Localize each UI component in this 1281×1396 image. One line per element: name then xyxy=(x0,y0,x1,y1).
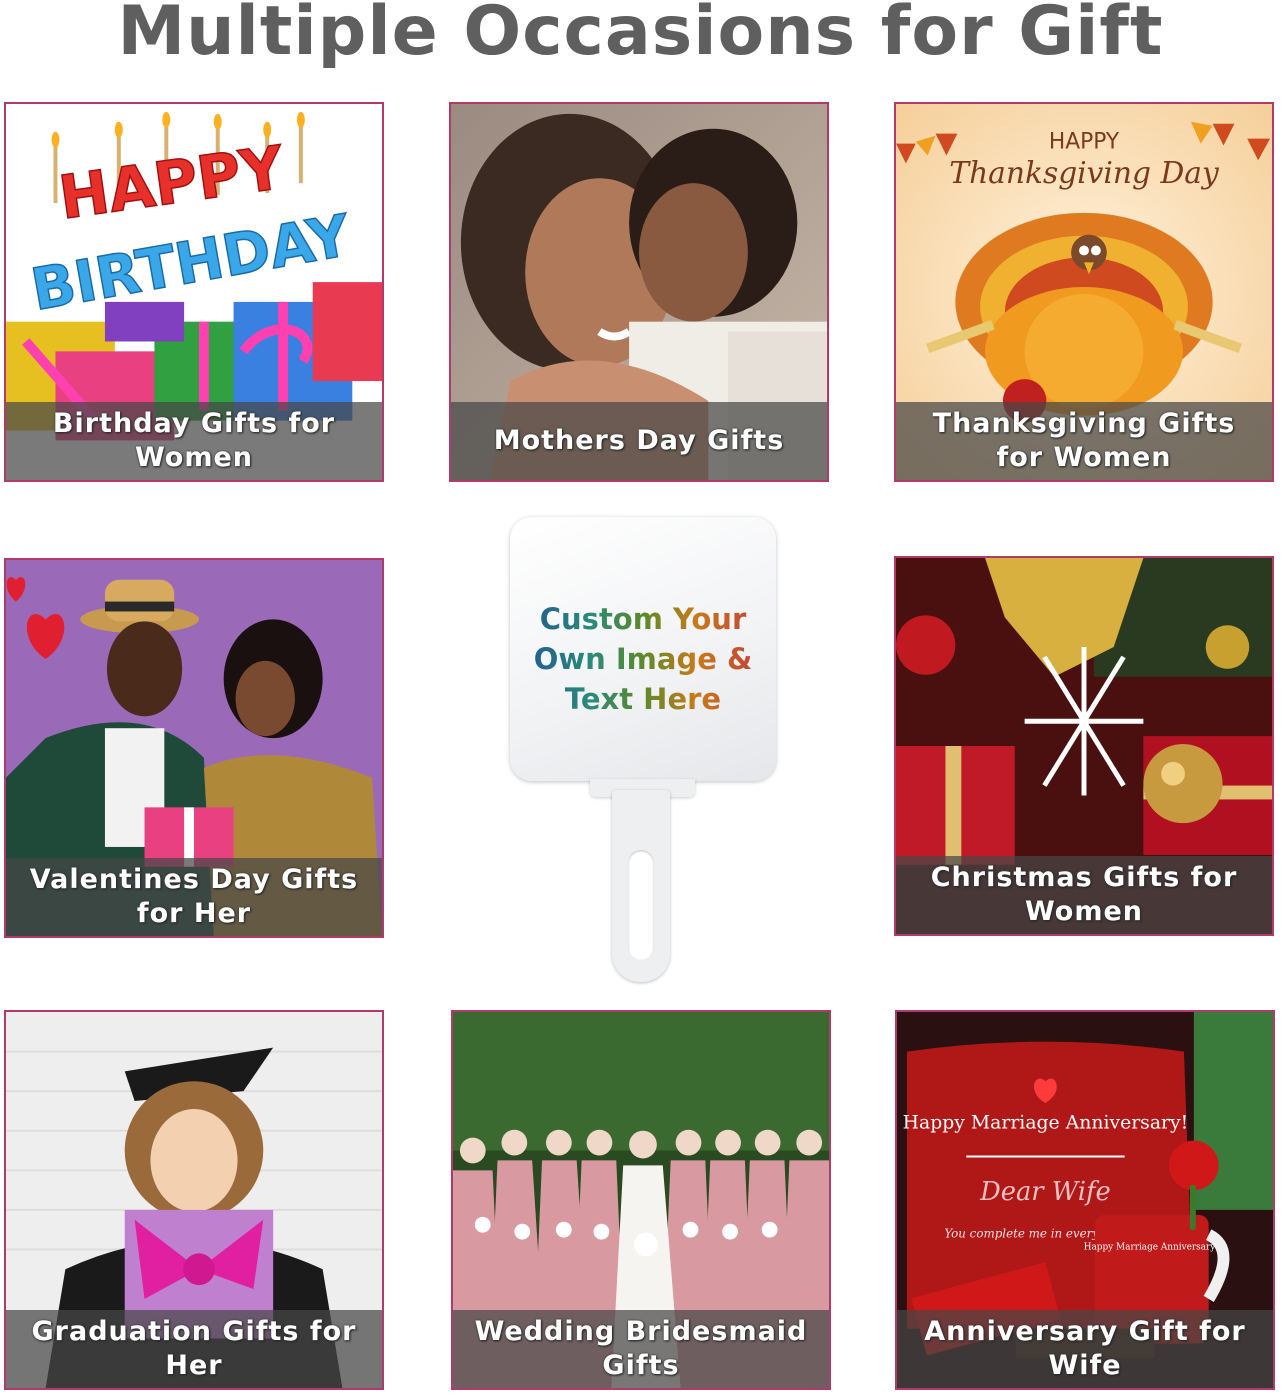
custom-fan-product: Custom Your Own Image & Text Here xyxy=(500,515,790,985)
thanksgiving-gift-card: HAPPY Thanksgiving Day Thanksgiving Gift… xyxy=(894,102,1274,482)
fan-handle-slot xyxy=(628,850,654,960)
anniversary-caption: Anniversary Gift for Wife xyxy=(897,1310,1273,1388)
christmas-gift-card: Christmas Gifts for Women xyxy=(894,556,1274,936)
birthday-caption: Birthday Gifts for Women xyxy=(6,402,382,480)
valentines-caption: Valentines Day Gifts for Her xyxy=(6,858,382,936)
mothers-day-caption: Mothers Day Gifts xyxy=(451,402,827,480)
page-title: Multiple Occasions for Gift xyxy=(117,0,1164,71)
wedding-caption: Wedding Bridesmaid Gifts xyxy=(453,1310,829,1388)
fan-handle xyxy=(612,790,670,982)
anniversary-gift-card: Happy Marriage Anniversary! Dear Wife Yo… xyxy=(895,1010,1275,1390)
thanksgiving-happy-text: HAPPY xyxy=(1049,130,1120,155)
graduation-caption: Graduation Gifts for Her xyxy=(6,1310,382,1388)
anniversary-script-text: Dear Wife xyxy=(979,1177,1111,1207)
wedding-gift-card: Wedding Bridesmaid Gifts xyxy=(451,1010,831,1390)
graduation-gift-card: Graduation Gifts for Her xyxy=(4,1010,384,1390)
mothers-day-gift-card: Mothers Day Gifts xyxy=(449,102,829,482)
valentines-gift-card: Valentines Day Gifts for Her xyxy=(4,558,384,938)
birthday-gift-card: HAPPY BIRTHDAY Birthday Gifts for Women xyxy=(4,102,384,482)
christmas-caption: Christmas Gifts for Women xyxy=(896,856,1272,934)
fan-custom-text: Custom Your Own Image & Text Here xyxy=(510,599,776,719)
thanksgiving-caption: Thanksgiving Gifts for Women xyxy=(896,402,1272,480)
thanksgiving-script-text: Thanksgiving Day xyxy=(949,155,1220,190)
mug-text: Happy Marriage Anniversary! xyxy=(1084,1242,1219,1252)
anniversary-banner-text: Happy Marriage Anniversary! xyxy=(903,1113,1189,1134)
fan-head: Custom Your Own Image & Text Here xyxy=(510,517,776,781)
